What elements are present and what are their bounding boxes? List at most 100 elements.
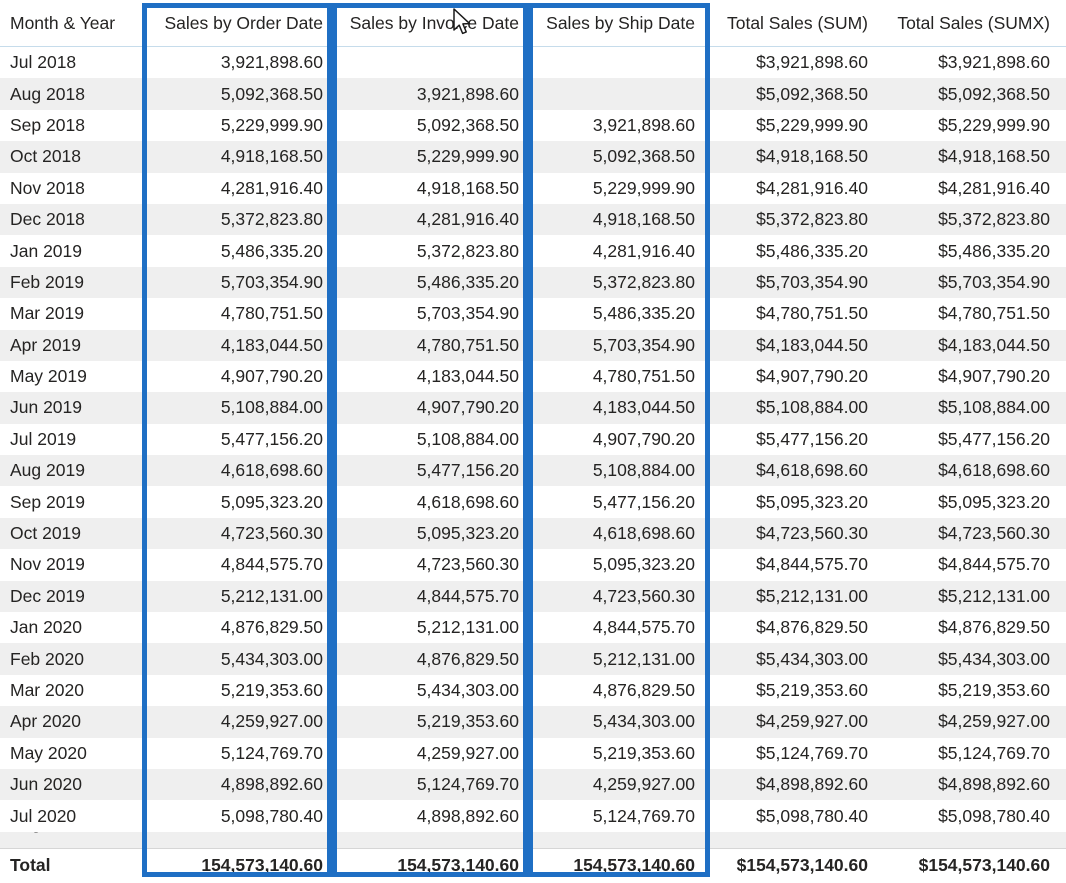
cell-sumx: $4,281,916.40 xyxy=(884,172,1066,204)
total-label: Total xyxy=(0,847,142,883)
cell-sum: $5,219,353.60 xyxy=(704,674,884,707)
column-header-order[interactable]: Sales by Order Date xyxy=(142,0,332,47)
cell-sum: $4,844,575.70 xyxy=(704,549,884,581)
cell-order: 3,921,898.60 xyxy=(142,46,332,79)
column-header-invoice[interactable]: Sales by Invoice Date xyxy=(332,0,528,47)
cell-sumx: $5,092,368.50 xyxy=(884,78,1066,110)
cell-month: Oct 2018 xyxy=(0,141,142,173)
table-row[interactable]: Jul 2020 5,098,780.40 4,898,892.60 5,124,76… xyxy=(0,800,1066,832)
cell-month: Jul 2018 xyxy=(0,46,142,79)
cell-month: Jan 2020 xyxy=(0,612,142,644)
table-row[interactable]: Sep 2018 5,229,999.90 5,092,368.50 3,921,89… xyxy=(0,109,1066,142)
table-row[interactable]: Aug 20205,457,746.305,098,780.404,898,89… xyxy=(0,831,1066,849)
cell-order: 4,907,790.20 xyxy=(142,360,332,393)
table-row[interactable]: Mar 2020 5,219,353.60 5,434,303.00 4,876,82… xyxy=(0,674,1066,707)
cell-invoice: 5,372,823.80 xyxy=(332,235,528,267)
cell-sumx: $5,124,769.70 xyxy=(884,737,1066,769)
cell-sumx: $5,108,884.00 xyxy=(884,392,1066,424)
table-row[interactable]: Mar 2019 4,780,751.50 5,703,354.90 5,486,33… xyxy=(0,298,1066,330)
table-row[interactable]: Jul 2019 5,477,156.20 5,108,884.00 4,907,79… xyxy=(0,423,1066,456)
cell-sum: $4,907,790.20 xyxy=(704,360,884,393)
table-row[interactable]: Dec 2019 5,212,131.00 4,844,575.70 4,723,56… xyxy=(0,580,1066,613)
table-row[interactable]: Jun 2020 4,898,892.60 5,124,769.70 4,259,92… xyxy=(0,768,1066,801)
cell-month: Jan 2019 xyxy=(0,235,142,267)
cell-sumx: $5,703,354.90 xyxy=(884,266,1066,299)
cell-order: 4,723,560.30 xyxy=(142,517,332,550)
table-row[interactable]: Oct 2019 4,723,560.30 5,095,323.20 4,618,69… xyxy=(0,517,1066,550)
cell-ship xyxy=(528,78,704,110)
cell-sum: $5,477,156.20 xyxy=(704,423,884,456)
table-row[interactable]: May 2019 4,907,790.20 4,183,044.50 4,780,75… xyxy=(0,360,1066,393)
cell-sum: $5,372,823.80 xyxy=(704,203,884,236)
table-row[interactable]: Jun 2019 5,108,884.00 4,907,790.20 4,183,04… xyxy=(0,392,1066,424)
cell-order: 5,434,303.00 xyxy=(142,643,332,675)
cell-ship: 5,212,131.00 xyxy=(528,643,704,675)
cell-sum: $5,486,335.20 xyxy=(704,235,884,267)
cell-sumx: $4,876,829.50 xyxy=(884,612,1066,644)
cell-month: Mar 2020 xyxy=(0,674,142,707)
table-row[interactable]: Jan 2020 4,876,829.50 5,212,131.00 4,844,57… xyxy=(0,612,1066,644)
cell-invoice: 4,183,044.50 xyxy=(332,360,528,393)
cell-ship: 5,092,368.50 xyxy=(528,141,704,173)
cell-invoice: 5,212,131.00 xyxy=(332,612,528,644)
cell-sumx: $4,780,751.50 xyxy=(884,298,1066,330)
table-row[interactable]: Nov 2018 4,281,916.40 4,918,168.50 5,229,99… xyxy=(0,172,1066,204)
cell-month: Jun 2020 xyxy=(0,768,142,801)
table-row[interactable]: Apr 2019 4,183,044.50 4,780,751.50 5,703,35… xyxy=(0,329,1066,361)
table-visual: Month & Year Sales by Order Date Sales b… xyxy=(0,0,1066,883)
column-header-sumx[interactable]: Total Sales (SUMX) xyxy=(884,0,1066,47)
table-row[interactable]: Oct 2018 4,918,168.50 5,229,999.90 5,092,36… xyxy=(0,141,1066,173)
cell-month: Aug 2019 xyxy=(0,455,142,487)
table-row[interactable]: Sep 2019 5,095,323.20 4,618,698.60 5,477,15… xyxy=(0,486,1066,518)
cell-invoice: 5,095,323.20 xyxy=(332,517,528,550)
cell-sumx: $5,457,746.30 xyxy=(884,831,1066,849)
table-row[interactable]: Aug 2018 5,092,368.50 3,921,898.60 $5,092,3… xyxy=(0,78,1066,110)
cell-order: 4,281,916.40 xyxy=(142,172,332,204)
table-row[interactable]: Dec 2018 5,372,823.80 4,281,916.40 4,918,16… xyxy=(0,203,1066,236)
cell-order: 5,229,999.90 xyxy=(142,109,332,142)
column-header-month[interactable]: Month & Year xyxy=(0,0,142,47)
cell-order: 4,876,829.50 xyxy=(142,612,332,644)
table-row[interactable]: Aug 2019 4,618,698.60 5,477,156.20 5,108,88… xyxy=(0,455,1066,487)
column-header-ship[interactable]: Sales by Ship Date xyxy=(528,0,704,47)
cell-sumx: $4,907,790.20 xyxy=(884,360,1066,393)
cell-ship: 4,898,892.60 xyxy=(528,831,704,849)
cell-sumx: $5,229,999.90 xyxy=(884,109,1066,142)
column-header-sum[interactable]: Total Sales (SUM) xyxy=(704,0,884,47)
cell-ship: 4,876,829.50 xyxy=(528,674,704,707)
cell-sumx: $5,212,131.00 xyxy=(884,580,1066,613)
cell-sumx: $4,618,698.60 xyxy=(884,455,1066,487)
table-row[interactable]: Apr 2020 4,259,927.00 5,219,353.60 5,434,30… xyxy=(0,706,1066,738)
cell-month: May 2019 xyxy=(0,360,142,393)
cell-ship: 4,259,927.00 xyxy=(528,768,704,801)
cell-sum: $5,124,769.70 xyxy=(704,737,884,769)
cell-order: 4,183,044.50 xyxy=(142,329,332,361)
cell-invoice: 4,898,892.60 xyxy=(332,800,528,832)
table-row[interactable]: Feb 2019 5,703,354.90 5,486,335.20 5,372,82… xyxy=(0,266,1066,299)
cell-sum: $5,098,780.40 xyxy=(704,800,884,832)
cell-order: 5,092,368.50 xyxy=(142,78,332,110)
cell-month: Oct 2019 xyxy=(0,517,142,550)
cell-month: Aug 2020 xyxy=(0,831,142,849)
cell-sum: $4,918,168.50 xyxy=(704,141,884,173)
cell-month: Jul 2020 xyxy=(0,800,142,832)
cell-order: 5,457,746.30 xyxy=(142,831,332,849)
table-body: Jul 2018 3,921,898.60 $3,921,898.60 $3,921,… xyxy=(0,46,1066,849)
cell-month: Feb 2019 xyxy=(0,266,142,299)
table-row[interactable]: Jul 2018 3,921,898.60 $3,921,898.60 $3,921,… xyxy=(0,46,1066,79)
table-row[interactable]: May 2020 5,124,769.70 4,259,927.00 5,219,35… xyxy=(0,737,1066,769)
cell-ship: 4,723,560.30 xyxy=(528,580,704,613)
table-row[interactable]: Jan 2019 5,486,335.20 5,372,823.80 4,281,91… xyxy=(0,235,1066,267)
cell-invoice: 4,780,751.50 xyxy=(332,329,528,361)
table-row[interactable]: Feb 2020 5,434,303.00 4,876,829.50 5,212,13… xyxy=(0,643,1066,675)
cell-invoice: 4,918,168.50 xyxy=(332,172,528,204)
cell-order: 5,108,884.00 xyxy=(142,392,332,424)
cell-order: 4,918,168.50 xyxy=(142,141,332,173)
cell-ship xyxy=(528,46,704,79)
cell-sum: $4,259,927.00 xyxy=(704,706,884,738)
cell-order: 5,098,780.40 xyxy=(142,800,332,832)
cell-invoice: 5,703,354.90 xyxy=(332,298,528,330)
table-row[interactable]: Nov 2019 4,844,575.70 4,723,560.30 5,095,32… xyxy=(0,549,1066,581)
cell-month: Dec 2019 xyxy=(0,580,142,613)
cell-invoice: 5,486,335.20 xyxy=(332,266,528,299)
